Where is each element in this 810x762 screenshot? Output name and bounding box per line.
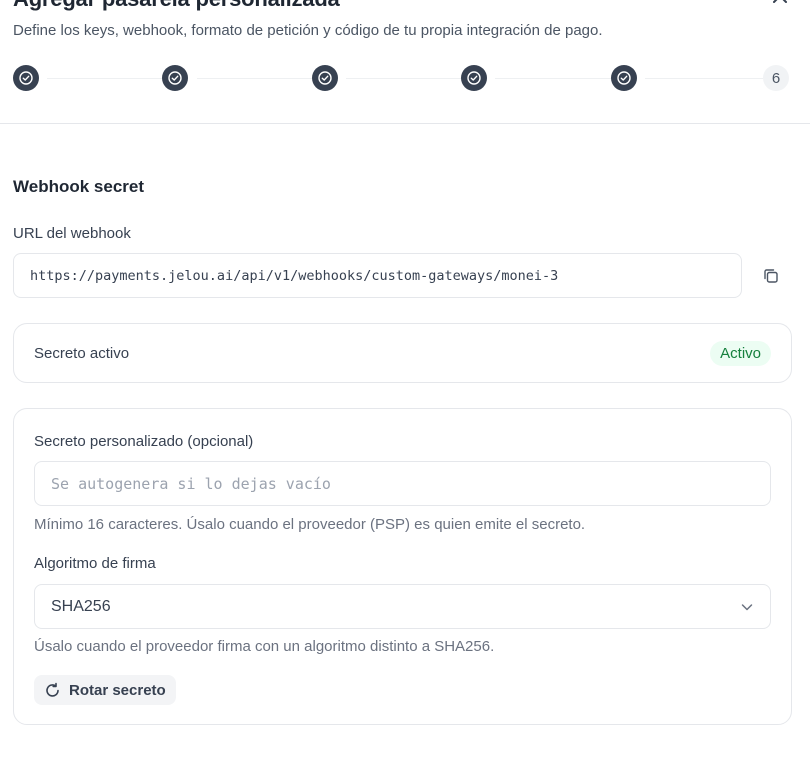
- step-4-complete[interactable]: [461, 65, 487, 91]
- close-icon[interactable]: [770, 0, 790, 6]
- stepper: 6: [13, 65, 791, 91]
- algorithm-select[interactable]: SHA256: [34, 584, 771, 629]
- step-connector: [47, 77, 168, 79]
- algorithm-help: Úsalo cuando el proveedor firma con un a…: [34, 638, 495, 655]
- step-connector: [645, 77, 763, 79]
- check-circle-icon: [467, 71, 481, 85]
- step-2-complete[interactable]: [162, 65, 188, 91]
- chevron-down-icon: [741, 603, 753, 610]
- step-3-complete[interactable]: [312, 65, 338, 91]
- webhook-url-label: URL del webhook: [13, 225, 131, 242]
- step-connector: [495, 77, 616, 79]
- step-connector: [197, 77, 317, 79]
- webhook-url-field[interactable]: https://payments.jelou.ai/api/v1/webhook…: [13, 253, 742, 298]
- step-1-complete[interactable]: [13, 65, 39, 91]
- copy-button[interactable]: [760, 265, 782, 287]
- dialog-title: Agregar pasarela personalizada: [13, 0, 340, 12]
- secret-status-card: Secreto activo Activo: [13, 323, 792, 383]
- dialog-subtitle: Define los keys, webhook, formato de pet…: [13, 22, 603, 39]
- algorithm-selected-value: SHA256: [51, 597, 111, 615]
- custom-secret-label: Secreto personalizado (opcional): [34, 433, 254, 450]
- step-5-complete[interactable]: [611, 65, 637, 91]
- header-divider: [0, 123, 810, 124]
- custom-secret-help: Mínimo 16 caracteres. Úsalo cuando el pr…: [34, 516, 586, 533]
- check-circle-icon: [617, 71, 631, 85]
- check-circle-icon: [19, 71, 33, 85]
- step-number: 6: [771, 69, 781, 87]
- secret-settings-card: Secreto personalizado (opcional) Mínimo …: [13, 408, 792, 725]
- rotate-secret-button[interactable]: Rotar secreto: [34, 675, 176, 705]
- check-circle-icon: [168, 71, 182, 85]
- copy-icon: [764, 269, 778, 283]
- custom-secret-input[interactable]: [34, 461, 771, 506]
- algorithm-label: Algoritmo de firma: [34, 555, 156, 572]
- section-title: Webhook secret: [13, 177, 145, 196]
- status-badge: Activo: [710, 340, 771, 366]
- refresh-icon: [46, 682, 59, 697]
- check-circle-icon: [318, 71, 332, 85]
- step-connector: [346, 77, 466, 79]
- secret-status-label: Secreto activo: [34, 344, 130, 362]
- rotate-secret-label: Rotar secreto: [69, 681, 166, 699]
- step-6-current[interactable]: 6: [763, 65, 789, 91]
